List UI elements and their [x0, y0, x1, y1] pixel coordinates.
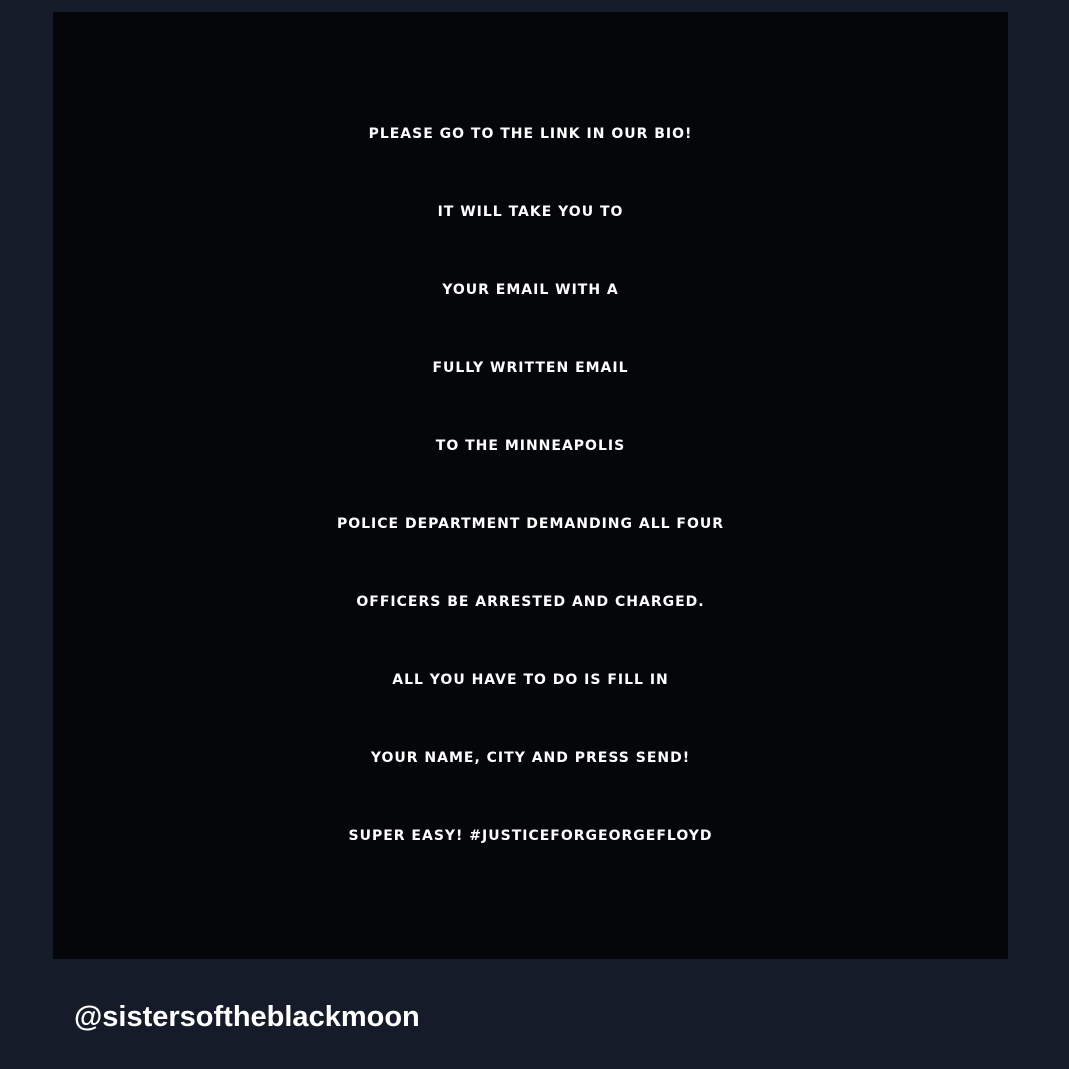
message-line-8: ALL YOU HAVE TO DO IS FILL IN [392, 672, 669, 688]
message-line-10: SUPER EASY! #JUSTICEFORGEORGEFLOYD [348, 828, 713, 844]
message-line-5: TO THE MINNEAPOLIS [435, 438, 626, 454]
account-handle: @sistersoftheblackmoon [74, 1001, 420, 1033]
message-line-7: OFFICERS BE ARRESTED AND CHARGED. [356, 594, 705, 610]
message-line-6: POLICE DEPARTMENT DEMANDING ALL FOUR [336, 516, 725, 532]
message-line-3: YOUR EMAIL WITH A [442, 282, 619, 298]
message-line-4: FULLY WRITTEN EMAIL [432, 360, 629, 376]
message-line-9: YOUR NAME, CITY AND PRESS SEND! [370, 750, 691, 766]
post-image: PLEASE GO TO THE LINK IN OUR BIO! IT WIL… [53, 12, 1008, 959]
message-line-1: PLEASE GO TO THE LINK IN OUR BIO! [368, 126, 693, 142]
message-line-2: IT WILL TAKE YOU TO [437, 204, 624, 220]
